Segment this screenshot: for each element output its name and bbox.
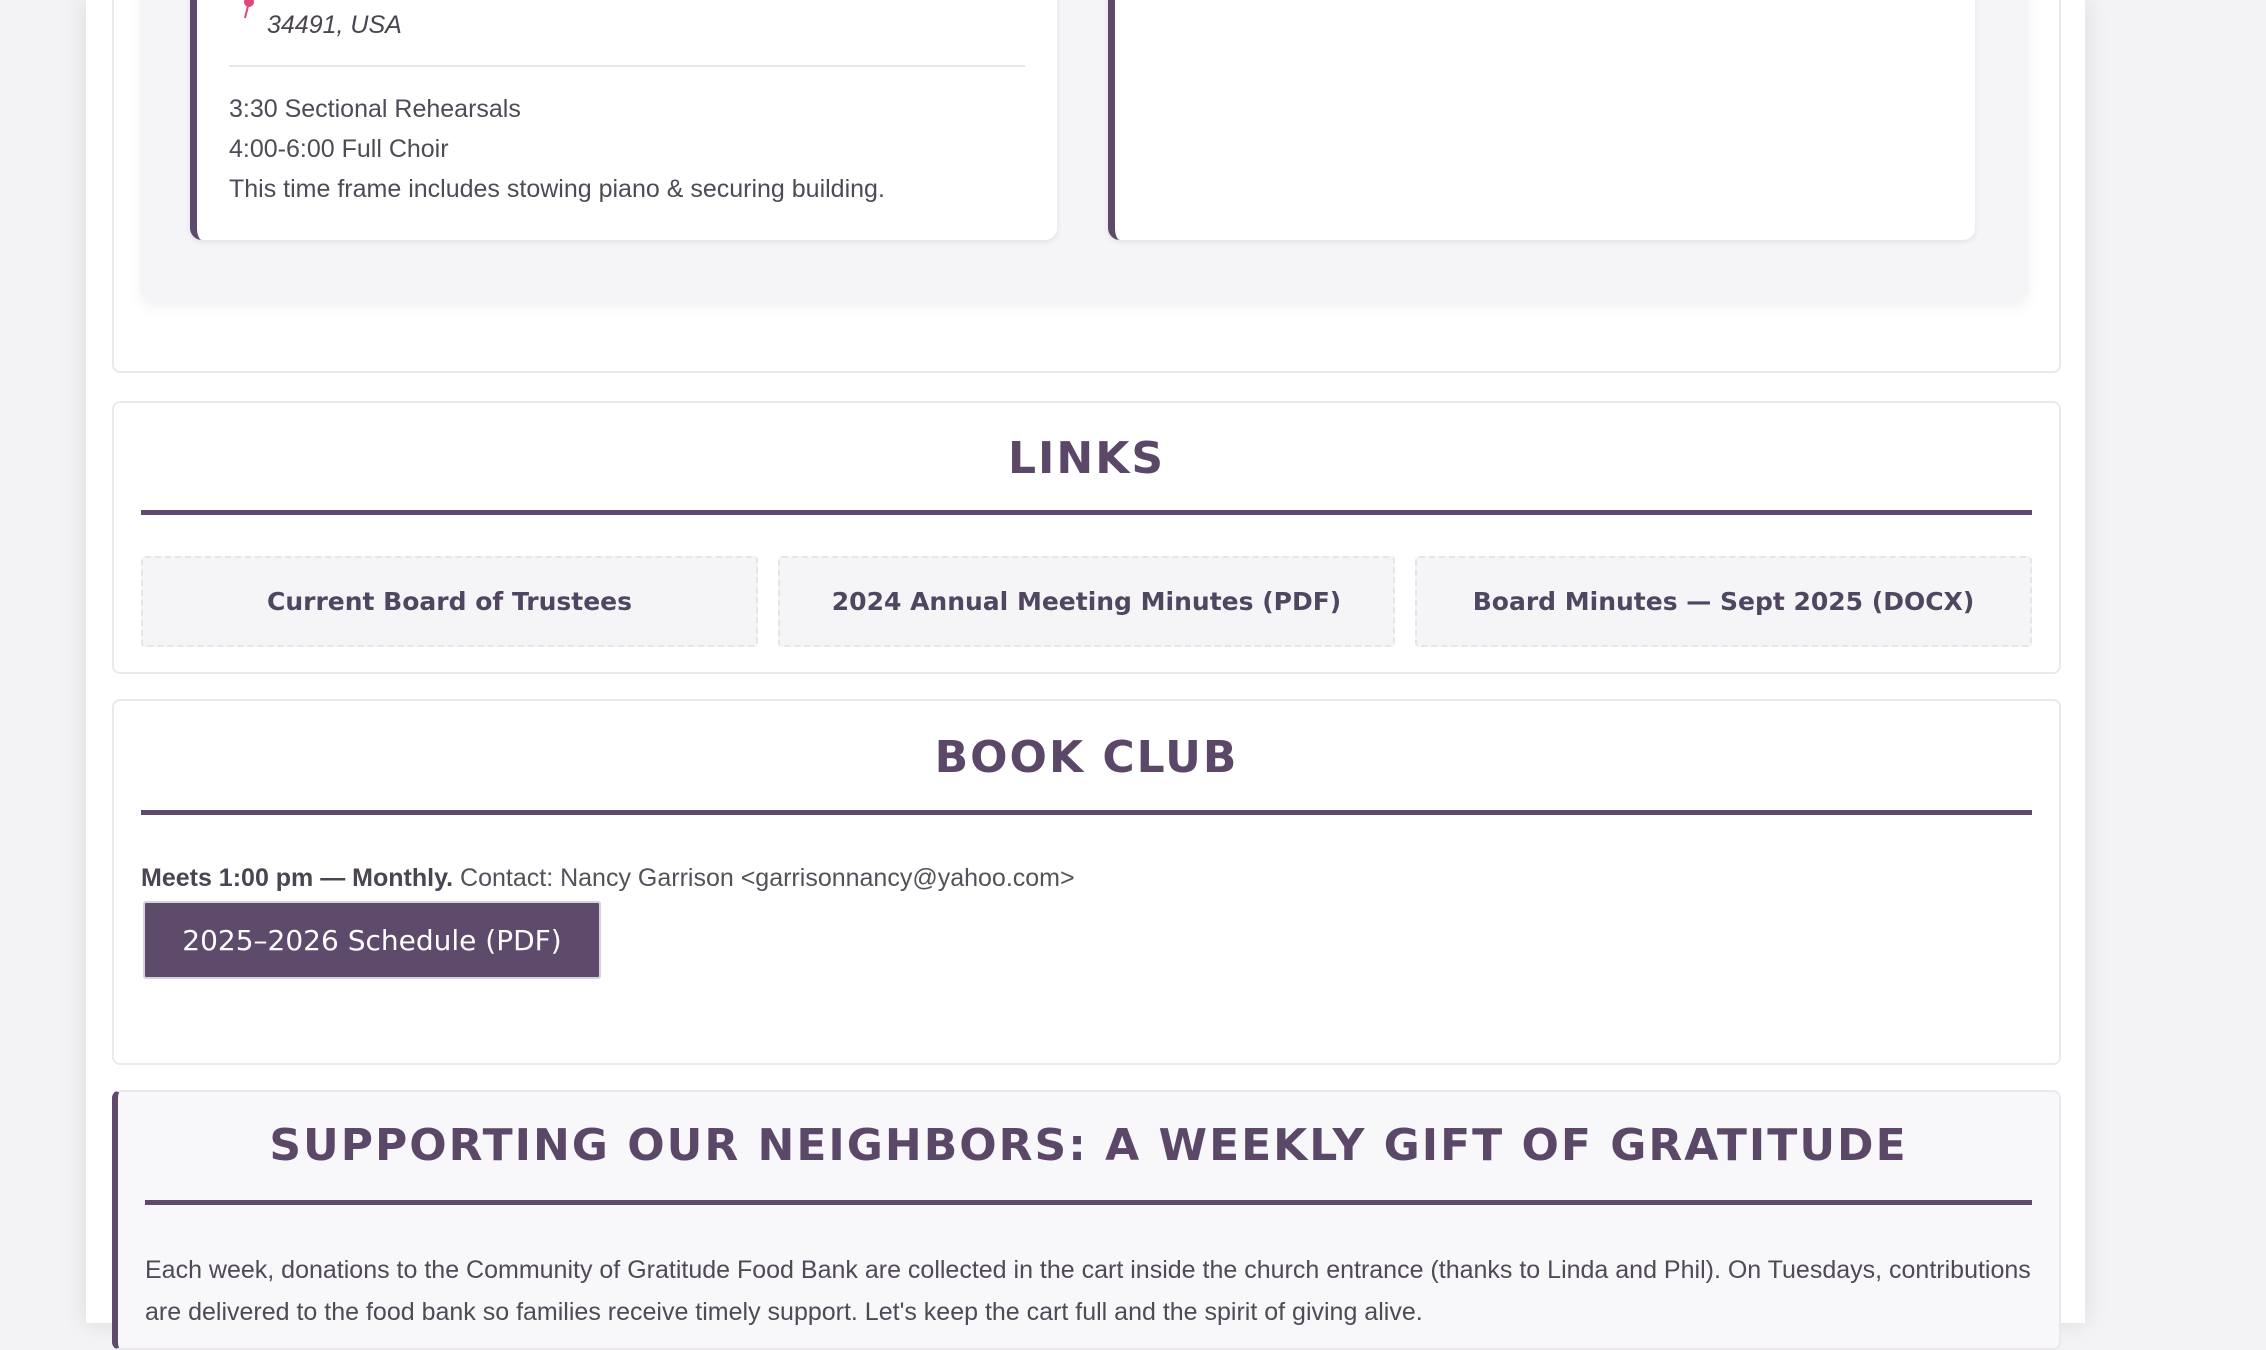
address-line: 34491, USA — [267, 11, 402, 39]
title-rule — [141, 510, 2032, 515]
contact-info: Contact: Nancy Garrison <garrisonnancy@y… — [453, 864, 1075, 892]
schedule-pdf-button[interactable]: 2025–2026 Schedule (PDF) — [143, 901, 601, 979]
link-board-of-trustees[interactable]: Current Board of Trustees — [141, 556, 758, 647]
section-title: SUPPORTING OUR NEIGHBORS: A WEEKLY GIFT … — [269, 1120, 1908, 1171]
support-description: Each week, donations to the Community of… — [145, 1256, 2031, 1326]
card-divider — [229, 65, 1025, 67]
link-annual-meeting-minutes[interactable]: 2024 Annual Meeting Minutes (PDF) — [778, 556, 1395, 647]
schedule-line: 3:30 Sectional Rehearsals — [229, 95, 521, 123]
map-pin-icon — [239, 0, 257, 20]
links-section: LINKS Current Board of Trustees 2024 Ann… — [112, 401, 2061, 674]
event-details-card: 34491, USA 3:30 Sectional Rehearsals 4:0… — [190, 0, 1057, 240]
title-rule — [145, 1200, 2032, 1205]
section-title: BOOK CLUB — [934, 732, 1239, 783]
event-panel: 34491, USA 3:30 Sectional Rehearsals 4:0… — [140, 0, 2029, 302]
title-rule — [141, 810, 2032, 815]
section-title: LINKS — [1007, 433, 1166, 484]
event-map-card — [1108, 0, 1975, 240]
page: 34491, USA 3:30 Sectional Rehearsals 4:0… — [86, 0, 2085, 1350]
meeting-info: Meets 1:00 pm — Monthly. Contact: Nancy … — [141, 864, 1075, 893]
schedule-line: 4:00-6:00 Full Choir — [229, 135, 449, 163]
link-board-minutes-sept[interactable]: Board Minutes — Sept 2025 (DOCX) — [1415, 556, 2032, 647]
meeting-time: Meets 1:00 pm — Monthly. — [141, 864, 454, 892]
support-section: SUPPORTING OUR NEIGHBORS: A WEEKLY GIFT … — [112, 1090, 2061, 1350]
book-club-section: BOOK CLUB Meets 1:00 pm — Monthly. Conta… — [112, 699, 2061, 1065]
event-section: 34491, USA 3:30 Sectional Rehearsals 4:0… — [112, 0, 2061, 373]
schedule-line: This time frame includes stowing piano &… — [229, 175, 885, 203]
